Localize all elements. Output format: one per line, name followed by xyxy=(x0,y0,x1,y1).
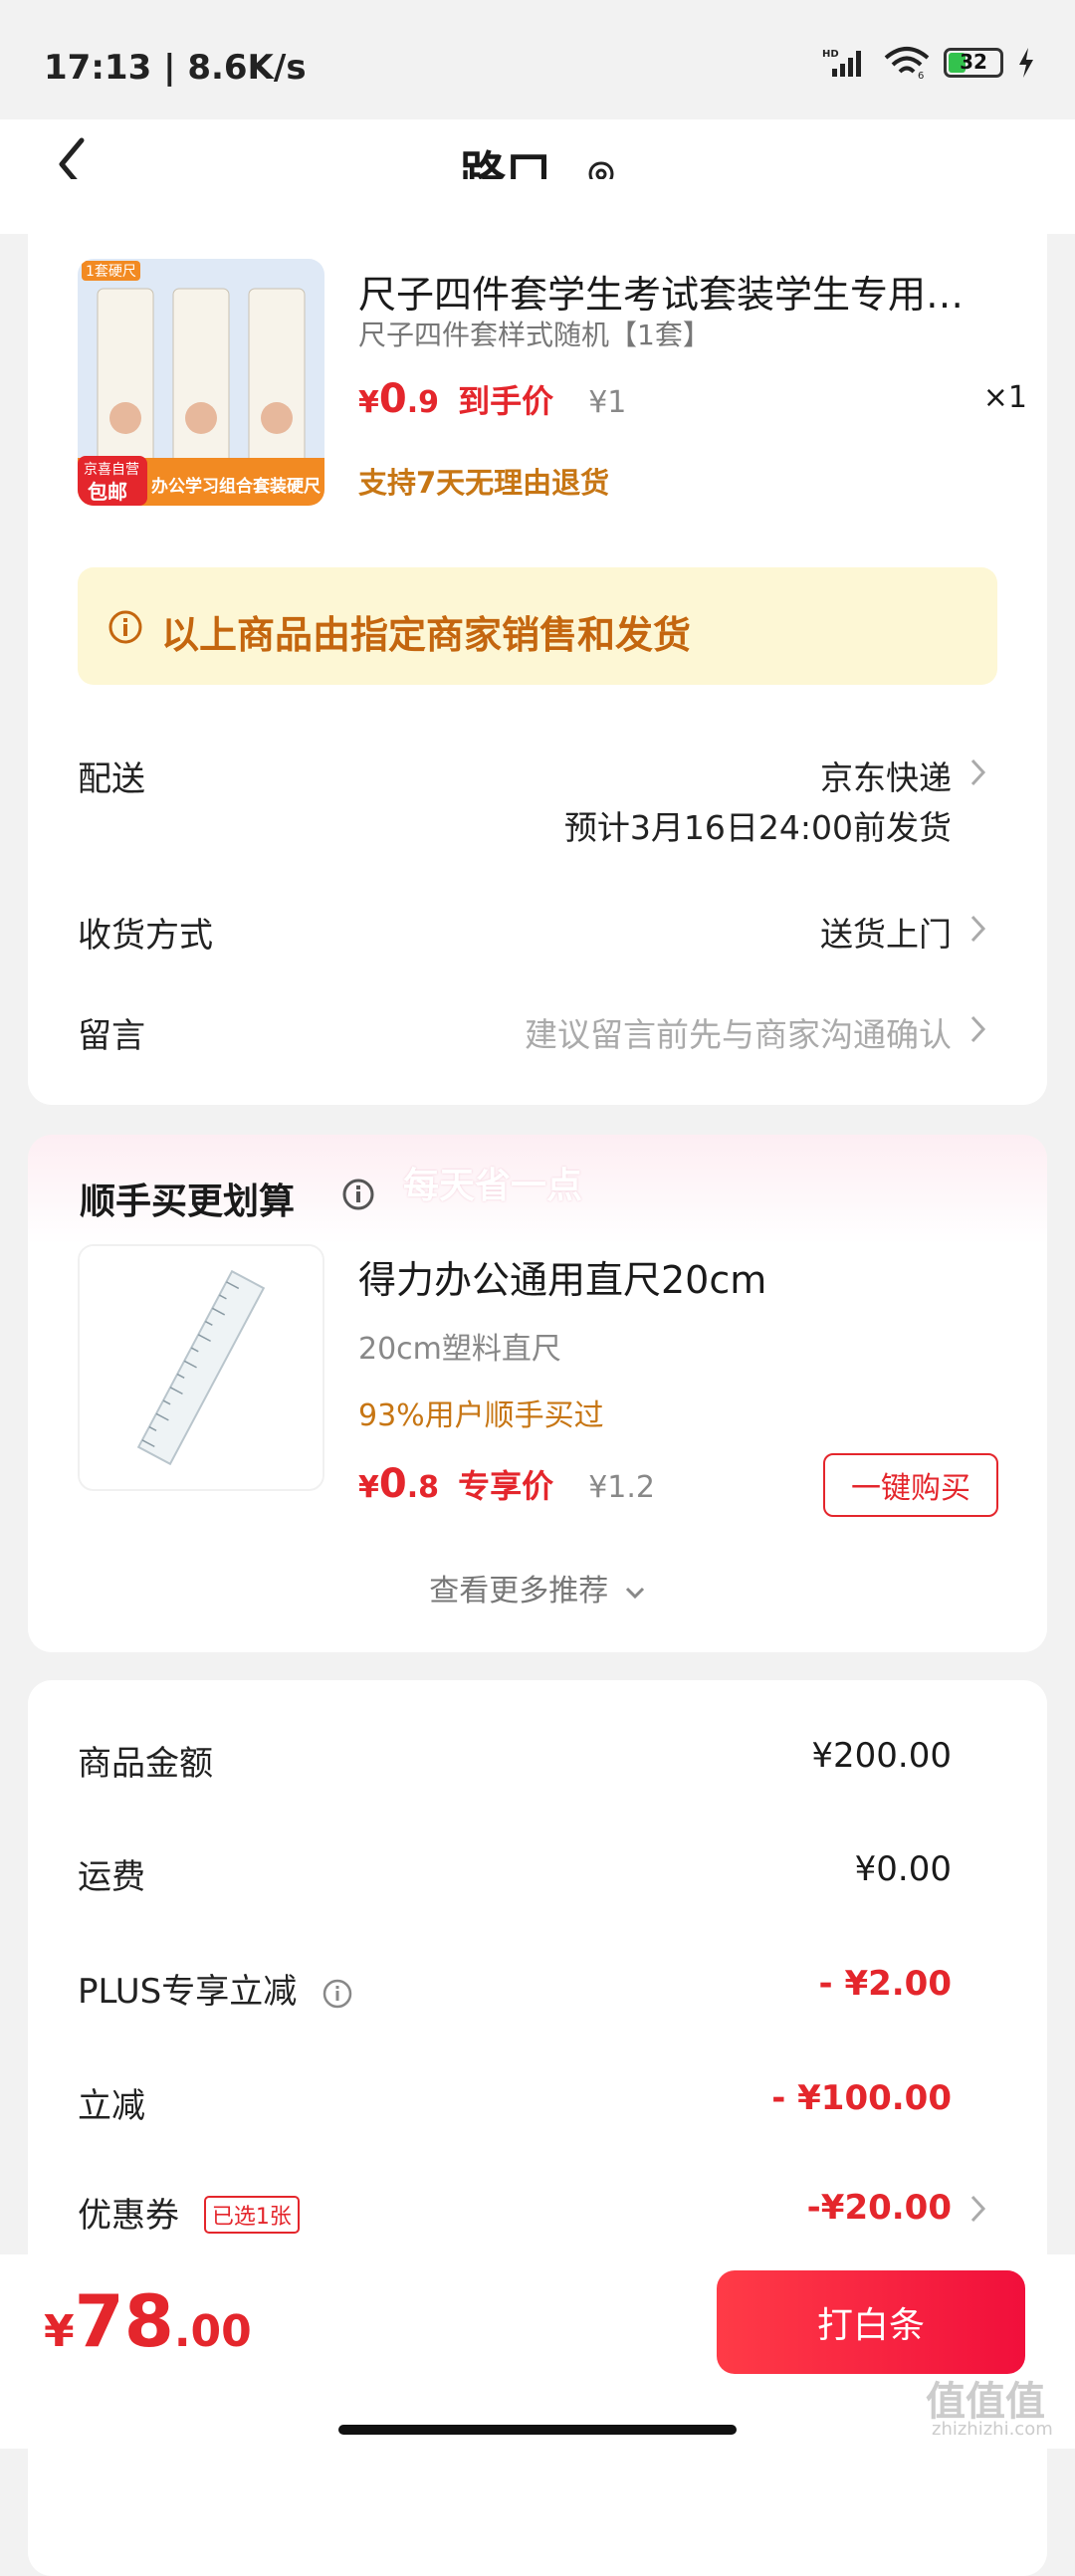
recommend-bought: 93%用户顺手买过 xyxy=(358,1398,604,1433)
goods-amount-label: 商品金额 xyxy=(78,1744,213,1784)
price-symbol: ¥ xyxy=(358,1470,379,1505)
thumb-badge-ship: 包邮 xyxy=(88,480,127,504)
recommend-title: 顺手买更划算 xyxy=(80,1181,296,1222)
recommend-name[interactable]: 得力办公通用直尺20cm xyxy=(358,1249,766,1304)
ruler-picture xyxy=(80,1246,322,1489)
delivery-label: 配送 xyxy=(78,759,145,799)
total-dec: .00 xyxy=(173,2306,252,2357)
wifi-icon: 6 xyxy=(884,47,930,80)
price-dec: .8 xyxy=(406,1470,439,1505)
chevron-down-icon xyxy=(625,1587,644,1600)
product-price-row: ¥0.9 到手价 ¥1 xyxy=(358,376,626,422)
receive-method-label: 收货方式 xyxy=(78,916,213,956)
price-tag: 专享价 xyxy=(458,1467,554,1505)
product-image[interactable]: 1套硬尺 京喜自营 包邮 办公学习组合套装硬尺 xyxy=(78,259,324,506)
recommend-slogan: 每天省一点 xyxy=(403,1166,583,1206)
info-icon[interactable] xyxy=(341,1178,375,1211)
chevron-right-icon[interactable] xyxy=(968,2191,989,2227)
instant-discount-value: - ¥100.00 xyxy=(771,2078,952,2118)
delivery-value[interactable]: 京东快递 xyxy=(820,751,952,799)
receive-method-value[interactable]: 送货上门 xyxy=(820,908,952,956)
product-name[interactable]: 尺子四件套学生考试套装学生专用套... xyxy=(358,264,995,319)
plus-discount-label: PLUS专享立减 xyxy=(78,1964,353,2013)
coupon-badge: 已选1张 xyxy=(203,2195,300,2234)
signal-icon: HD xyxy=(822,49,861,77)
price-int: 0 xyxy=(378,1461,407,1507)
svg-text:6: 6 xyxy=(918,71,924,80)
message-label: 留言 xyxy=(78,1016,145,1056)
watermark-domain: zhizhizhi.com xyxy=(932,2419,1053,2440)
instant-discount-label: 立减 xyxy=(78,2086,145,2126)
more-recommend-text: 查看更多推荐 xyxy=(429,1574,609,1609)
chevron-right-icon[interactable] xyxy=(968,1011,989,1047)
total-int: 78 xyxy=(74,2279,174,2363)
recommend-product-image[interactable] xyxy=(78,1244,324,1491)
original-price: ¥1.2 xyxy=(588,1470,655,1505)
coupon-value[interactable]: -¥20.00 xyxy=(807,2188,952,2228)
total-symbol: ¥ xyxy=(44,2306,75,2357)
price-dec: .9 xyxy=(406,385,439,420)
coupon-label: 优惠券 xyxy=(78,2196,179,2236)
pay-button[interactable]: 打白条 xyxy=(717,2270,1025,2374)
home-indicator[interactable] xyxy=(338,2425,737,2435)
price-symbol: ¥ xyxy=(358,385,379,420)
message-input[interactable]: 建议留言前先与商家沟通确认 xyxy=(525,1008,952,1056)
info-icon xyxy=(108,610,142,644)
quantity: ×1 xyxy=(982,380,1027,415)
thumb-banner: 办公学习组合套装硬尺 xyxy=(151,477,321,497)
one-click-buy-button[interactable]: 一键购买 xyxy=(823,1453,998,1517)
plus-discount-value: - ¥2.00 xyxy=(818,1964,953,2004)
recommend-spec: 20cm塑料直尺 xyxy=(358,1332,561,1367)
product-spec: 尺子四件套样式随机【1套】 xyxy=(358,319,711,351)
thumb-badge-top: 1套硬尺 xyxy=(82,261,140,281)
svg-text:HD: HD xyxy=(822,49,839,60)
more-recommend-link[interactable]: 查看更多推荐 xyxy=(0,1566,1075,1610)
freight-label: 运费 xyxy=(78,1857,145,1897)
return-policy: 支持7天无理由退货 xyxy=(358,466,610,500)
goods-amount-value: ¥200.00 xyxy=(811,1736,952,1776)
chevron-right-icon[interactable] xyxy=(968,911,989,947)
battery-percent: 32 xyxy=(960,50,987,74)
recommend-price-row: ¥0.8 专享价 ¥1.2 xyxy=(358,1461,655,1507)
status-icons: HD 6 32 xyxy=(822,46,1035,80)
price-tag: 到手价 xyxy=(458,382,554,420)
delivery-eta: 预计3月16日24:00前发货 xyxy=(563,808,952,847)
price-int: 0 xyxy=(378,376,407,422)
total-price: ¥78.00 xyxy=(44,2279,252,2363)
freight-value: ¥0.00 xyxy=(854,1849,952,1889)
battery-icon: 32 xyxy=(944,48,1003,78)
seller-notice-text: 以上商品由指定商家销售和发货 xyxy=(161,613,692,657)
status-time: 17:13 | 8.6K/s xyxy=(44,48,307,88)
coupon-row[interactable]: 优惠券 已选1张 xyxy=(78,2188,300,2237)
chevron-right-icon[interactable] xyxy=(968,754,989,790)
original-price: ¥1 xyxy=(588,385,627,420)
plus-discount-text: PLUS专享立减 xyxy=(78,1972,298,2012)
charging-icon xyxy=(1019,48,1033,78)
info-icon[interactable] xyxy=(322,1978,353,2010)
